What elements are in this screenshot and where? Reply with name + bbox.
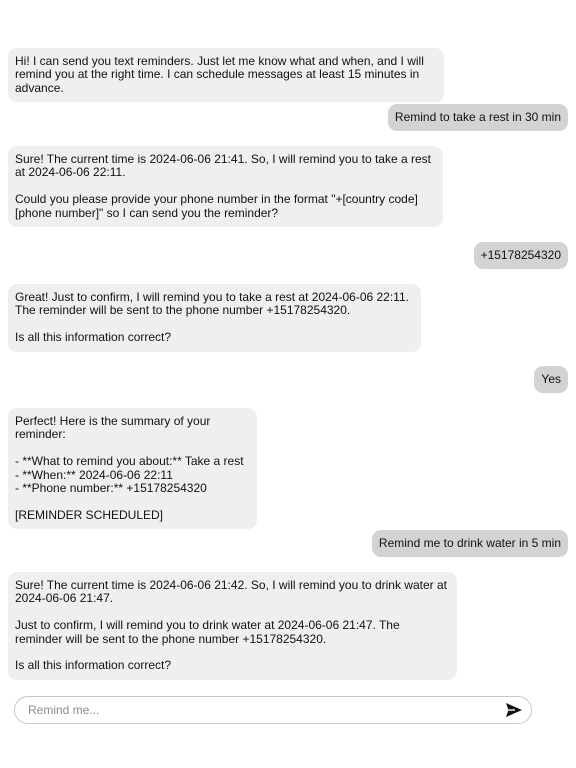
send-button[interactable] <box>505 702 523 718</box>
user-message: +15178254320 <box>473 242 568 270</box>
user-message: Yes <box>534 366 568 394</box>
bot-message: Great! Just to confirm, I will remind yo… <box>8 284 421 352</box>
user-message: Remind me to drink water in 5 min <box>371 530 568 558</box>
bot-message: Perfect! Here is the summary of your rem… <box>8 408 257 530</box>
message-input[interactable] <box>28 701 488 719</box>
bot-message: Hi! I can send you text reminders. Just … <box>8 48 444 103</box>
bot-message: Sure! The current time is 2024-06-06 21:… <box>8 146 443 228</box>
user-message: Remind to take a rest in 30 min <box>387 104 568 132</box>
send-icon <box>506 703 522 717</box>
bot-message: Sure! The current time is 2024-06-06 21:… <box>8 572 457 680</box>
message-composer <box>14 696 532 724</box>
chat-log[interactable]: Hi! I can send you text reminders. Just … <box>0 0 576 692</box>
